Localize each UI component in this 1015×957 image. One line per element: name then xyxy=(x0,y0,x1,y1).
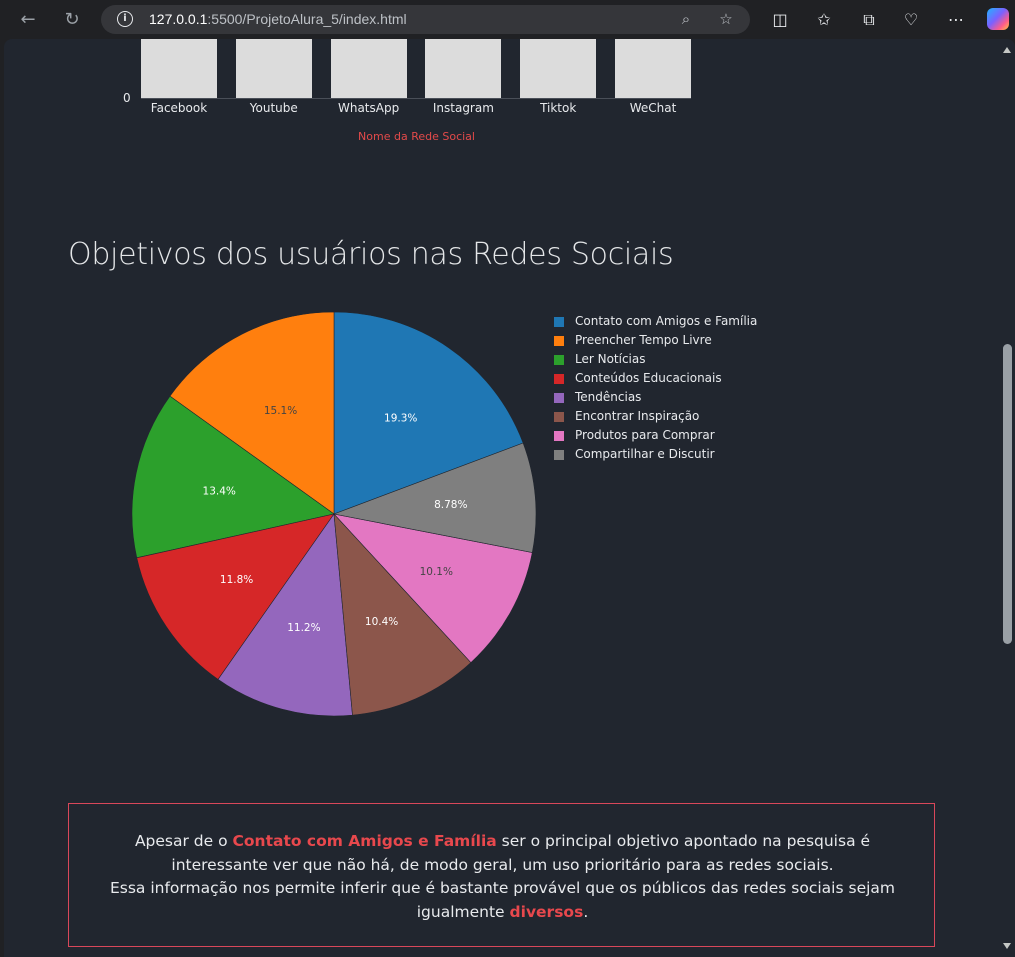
legend-swatch xyxy=(554,355,564,365)
site-info-icon[interactable]: i xyxy=(117,11,133,27)
insight-text-part1: Apesar de o xyxy=(134,832,233,850)
pie-slice-label: 8.78% xyxy=(434,499,467,511)
x-tick-label: WeChat xyxy=(629,101,677,115)
scrollbar[interactable] xyxy=(1000,39,1015,957)
copilot-icon[interactable] xyxy=(987,8,1009,30)
scrollbar-thumb[interactable] xyxy=(1003,344,1012,644)
favorite-star-icon[interactable]: ☆ xyxy=(716,9,736,29)
legend-label: Produtos para Comprar xyxy=(575,428,715,442)
scroll-down-arrow-icon[interactable] xyxy=(1003,943,1011,949)
page-viewport: 0 Nome da Rede Social Facebook Youtube Wha… xyxy=(4,39,1015,957)
bar-wechat xyxy=(615,39,691,98)
legend-label: Compartilhar e Discutir xyxy=(575,447,715,461)
pie-slice-label: 10.4% xyxy=(365,616,398,628)
legend-label: Encontrar Inspiração xyxy=(575,409,700,423)
zoom-icon[interactable]: ⌕ xyxy=(676,9,696,29)
back-icon[interactable]: ← xyxy=(15,7,41,33)
more-menu-icon[interactable]: ⋯ xyxy=(944,8,968,32)
legend-swatch xyxy=(554,450,564,460)
pie-slice-label: 11.2% xyxy=(287,622,320,634)
reload-icon[interactable]: ↻ xyxy=(59,7,85,33)
legend-label: Contato com Amigos e Família xyxy=(575,314,758,328)
insight-text: Apesar de o Contato com Amigos e Família… xyxy=(89,830,916,924)
pie-slice-label: 19.3% xyxy=(384,413,417,425)
legend-swatch xyxy=(554,336,564,346)
legend-swatch xyxy=(554,317,564,327)
url-text[interactable]: 127.0.0.1:5500/ProjetoAlura_5/index.html xyxy=(149,11,407,27)
insight-highlight-diverse: diversos xyxy=(509,902,584,921)
scroll-up-arrow-icon[interactable] xyxy=(1003,47,1011,53)
insight-highlight-contact: Contato com Amigos e Família xyxy=(232,832,497,850)
legend-swatch xyxy=(554,431,564,441)
insight-box: Apesar de o Contato com Amigos e Família… xyxy=(68,803,935,947)
collections-icon[interactable]: ⧉ xyxy=(857,8,881,32)
split-screen-icon[interactable]: ◫ xyxy=(768,8,792,32)
url-path: :5500/ProjetoAlura_5/index.html xyxy=(207,11,407,27)
insight-text-part3: Essa informação nos permite inferir que … xyxy=(109,879,896,921)
favorites-icon[interactable]: ✩ xyxy=(812,8,836,32)
legend-label: Ler Notícias xyxy=(575,352,646,366)
browser-toolbar: ← ↻ i 127.0.0.1:5500/ProjetoAlura_5/inde… xyxy=(0,0,1015,39)
pie-slice-label: 10.1% xyxy=(420,566,453,578)
url-host: 127.0.0.1 xyxy=(149,11,208,27)
browser-essentials-icon[interactable]: ♡ xyxy=(899,8,923,32)
legend-swatch xyxy=(554,374,564,384)
legend-label: Tendências xyxy=(575,390,642,404)
address-bar[interactable]: i 127.0.0.1:5500/ProjetoAlura_5/index.ht… xyxy=(101,5,750,34)
legend-label: Preencher Tempo Livre xyxy=(575,333,712,347)
pie-chart: 19.3% 15.1% 13.4% 11.8% 11.2% 10.4% 10.1% 8.78% xyxy=(131,311,537,717)
pie-slice-label: 13.4% xyxy=(203,485,236,497)
insight-text-part4: . xyxy=(583,902,589,921)
pie-slice-label: 15.1% xyxy=(264,405,297,417)
legend-swatch xyxy=(554,412,564,422)
legend-swatch xyxy=(554,393,564,403)
pie-slice-label: 11.8% xyxy=(220,574,253,586)
legend-label: Conteúdos Educacionais xyxy=(575,371,722,385)
